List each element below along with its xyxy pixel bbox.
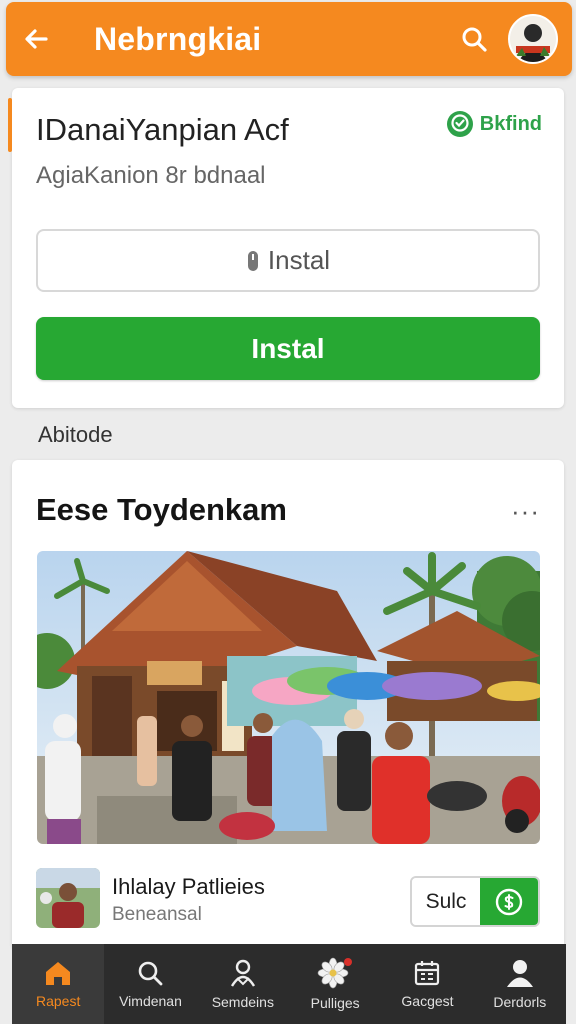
post-card: Eese Toydenkam ··· Ihlalay Patlieies Ben…	[12, 460, 564, 950]
calendar-icon	[415, 961, 440, 986]
install-outline-label: Instal	[267, 245, 331, 275]
avatar[interactable]	[508, 14, 558, 64]
footer-title: Ihlalay Patlieies	[112, 874, 265, 899]
nav-item-people[interactable]: Semdeins	[197, 944, 289, 1024]
nav-item-flower[interactable]: Pulliges	[289, 944, 381, 1024]
nav-label: Derdorls	[493, 994, 547, 1010]
chat-check-icon	[446, 111, 473, 137]
nav-item-profile[interactable]: Derdorls	[474, 944, 566, 1024]
nav-item-search[interactable]: Vimdenan	[104, 944, 196, 1024]
verified-badge[interactable]: Bkfind	[446, 110, 542, 138]
nav-label: Semdeins	[211, 994, 274, 1010]
section-label: Abitode	[38, 422, 113, 447]
post-title: Eese Toydenkam	[36, 492, 287, 527]
more-options-button[interactable]: ···	[511, 496, 540, 527]
profile-icon	[506, 960, 533, 987]
village-scene-illustration	[37, 551, 540, 844]
nav-label: Vimdenan	[119, 993, 182, 1009]
thumbnail-image	[36, 868, 100, 928]
app-name: IDanaiYanpian Acf	[36, 112, 289, 147]
flower-icon	[317, 957, 353, 989]
subscribe-icon-area	[480, 878, 538, 925]
install-button[interactable]: Instal	[36, 317, 540, 380]
install-outline-button[interactable]: Instal	[36, 229, 540, 292]
dollar-circle-icon	[495, 888, 523, 915]
card-accent	[8, 98, 12, 152]
download-icon	[247, 250, 258, 271]
nav-label: Gacgest	[401, 993, 454, 1009]
post-footer: Ihlalay Patlieies Beneansal Sulc	[36, 868, 540, 932]
nav-item-calendar[interactable]: Gacgest	[381, 944, 473, 1024]
subscribe-button[interactable]: Sulc	[410, 876, 540, 927]
search-icon	[462, 27, 487, 52]
post-photo[interactable]	[37, 551, 540, 844]
footer-subtitle: Beneansal	[112, 904, 202, 925]
search-button[interactable]	[452, 2, 496, 76]
people-icon	[230, 959, 255, 987]
search-icon	[139, 961, 163, 986]
back-button[interactable]	[6, 2, 66, 76]
subscribe-label: Sulc	[412, 878, 480, 925]
arrow-left-icon	[25, 29, 48, 49]
verified-label: Bkfind	[479, 112, 542, 135]
app-header: Nebrngkiai	[6, 2, 572, 76]
nav-label: Pulliges	[310, 995, 360, 1011]
app-subtitle: AgiaKanion 8r bdnaal	[36, 162, 266, 189]
header-title: Nebrngkiai	[94, 20, 262, 57]
app-card: IDanaiYanpian Acf AgiaKanion 8r bdnaal B…	[8, 88, 564, 408]
post-thumbnail[interactable]	[36, 868, 100, 928]
nav-label: Rapest	[35, 993, 81, 1009]
avatar-picture	[510, 16, 556, 62]
bottom-nav: Rapest Vimdenan Semdeins Pulliges Gacges…	[12, 944, 566, 1024]
install-label: Instal	[251, 332, 325, 364]
home-icon	[46, 962, 71, 985]
nav-item-home[interactable]: Rapest	[12, 944, 105, 1024]
